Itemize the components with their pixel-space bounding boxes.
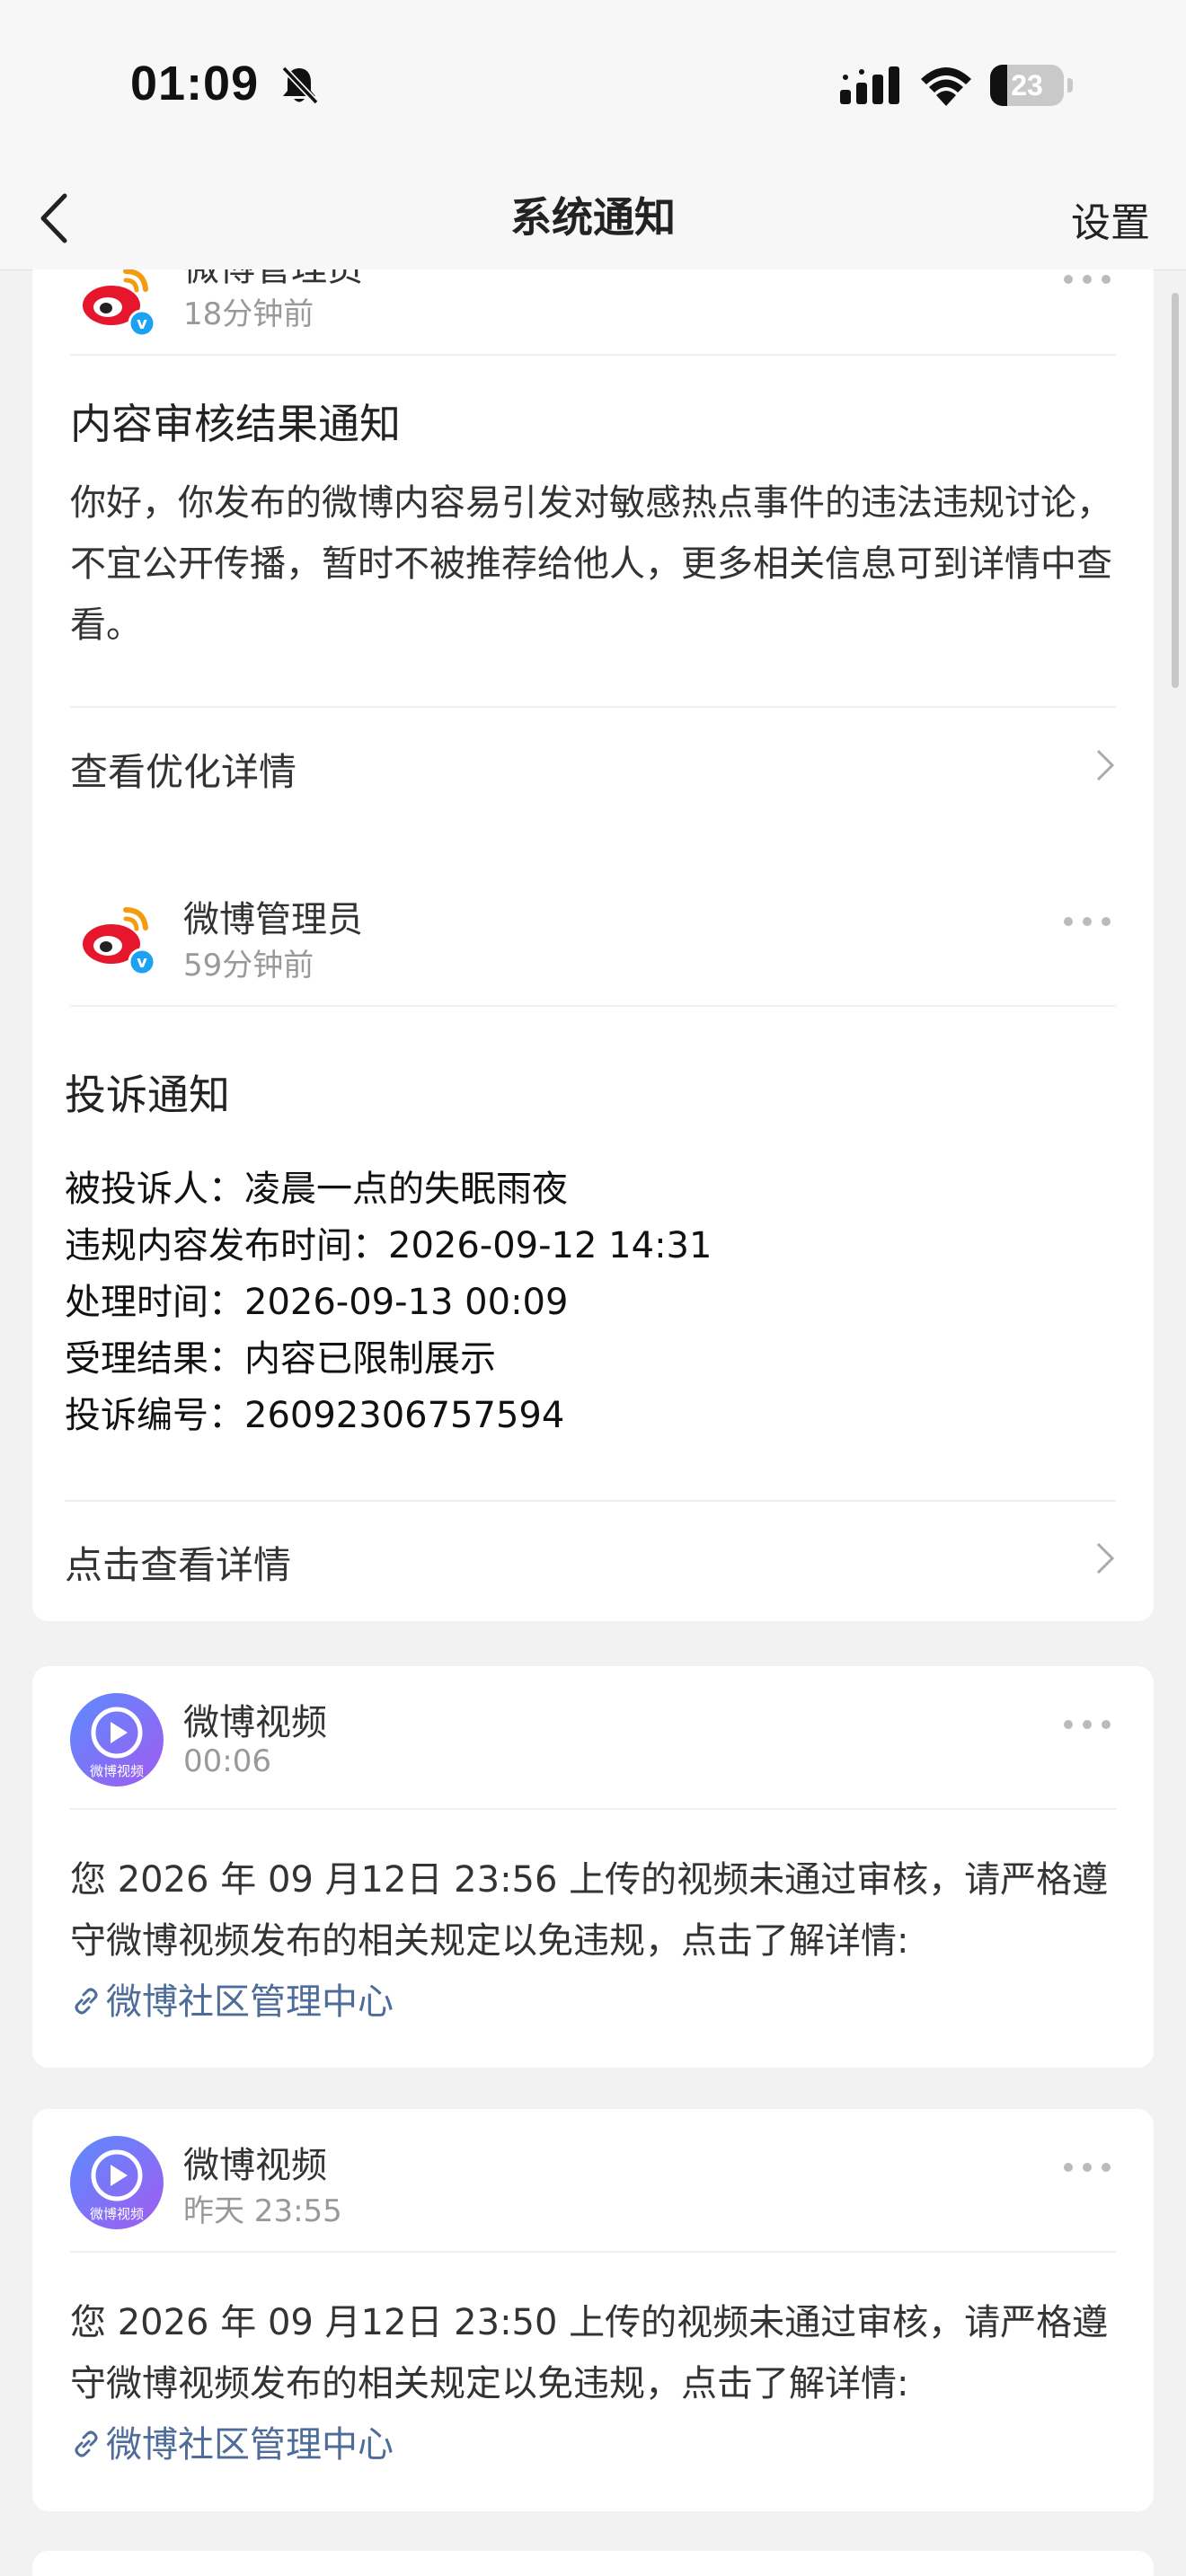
sender-row: v 微博管理员 18分钟前 (70, 269, 1112, 357)
sender-time: 昨天 23:55 (183, 2193, 342, 2229)
battery-indicator: 23 (990, 65, 1073, 106)
complaint-respondent: 被投诉人：凌晨一点的失眠雨夜 (65, 1169, 568, 1210)
view-optimization-details-link[interactable]: 查看优化详情 (70, 708, 1116, 826)
sender-name: 微博视频 (183, 1702, 327, 1743)
link-icon (75, 2430, 98, 2457)
notification-card-partial (32, 2551, 1154, 2576)
sender-row: 微博视频 微博视频 昨天 23:55 (70, 2136, 1112, 2235)
divider (70, 2251, 1116, 2253)
link-text: 微博社区管理中心 (106, 1981, 394, 2023)
sender-row: 微博视频 微博视频 00:06 (70, 1693, 1112, 1792)
action-label: 查看优化详情 (70, 750, 297, 794)
complaint-number: 投诉编号：26092306757594 (65, 1395, 565, 1436)
bell-off-icon (281, 66, 319, 105)
card-body-text: 您 2026 年 09 月12日 23:50 上传的视频未通过审核，请严格遵守微… (70, 2302, 1109, 2404)
action-label: 点击查看详情 (65, 1543, 292, 1587)
settings-button[interactable]: 设置 (1071, 190, 1150, 248)
avatar-caption: 微博视频 (89, 2206, 144, 2222)
card-body: 你好，你发布的微博内容易引发对敏感热点事件的违法违规讨论，不宜公开传播，暂时不被… (70, 482, 1112, 646)
community-management-link[interactable]: 微博社区管理中心 (70, 2424, 394, 2466)
card-body-text: 您 2026 年 09 月12日 23:56 上传的视频未通过审核，请严格遵守微… (70, 1859, 1109, 1962)
more-options-icon[interactable] (1062, 1718, 1112, 1731)
card-title: 内容审核结果通知 (70, 400, 401, 448)
weibo-video-avatar[interactable]: 微博视频 (70, 1693, 164, 1786)
complaint-details: 被投诉人：凌晨一点的失眠雨夜 违规内容发布时间：2026-09-12 14:31… (65, 1161, 1116, 1444)
community-management-link[interactable]: 微博社区管理中心 (70, 1981, 394, 2023)
sender-time: 59分钟前 (183, 948, 314, 984)
sender-row: v 微博管理员 59分钟前 (70, 890, 1112, 989)
notification-card: v 微博管理员 59分钟前 投诉通知 被投诉人：凌晨一点的失眠雨夜 违规内容发布… (32, 863, 1154, 1621)
svg-text:v: v (137, 314, 147, 333)
link-icon (75, 1988, 98, 2015)
more-options-icon[interactable] (1062, 273, 1112, 286)
status-bar: 01:09 23 (0, 0, 1186, 171)
divider (70, 1808, 1116, 1810)
more-options-icon[interactable] (1062, 2161, 1112, 2174)
scrollbar[interactable] (1172, 293, 1179, 688)
sender-time: 18分钟前 (183, 296, 314, 332)
sender-name: 微博视频 (183, 2145, 327, 2186)
weibo-admin-avatar[interactable]: v (70, 890, 164, 984)
complaint-process-time: 处理时间：2026-09-13 00:09 (65, 1282, 569, 1323)
svg-text:v: v (137, 953, 147, 972)
notification-card: 微博视频 微博视频 昨天 23:55 您 2026 年 09 月12日 23:5… (32, 2109, 1154, 2511)
sender-name: 微博管理员 (183, 899, 363, 940)
sender-time: 00:06 (183, 1743, 271, 1779)
battery-percent: 23 (1011, 69, 1043, 101)
card-body: 您 2026 年 09 月12日 23:56 上传的视频未通过审核，请严格遵守微… (70, 1849, 1121, 2033)
weibo-admin-avatar[interactable]: v (70, 269, 164, 345)
nav-bar: 系统通知 设置 (0, 171, 1186, 270)
notification-list: v 微博管理员 18分钟前 内容审核结果通知 你好，你发布的微博内容易引发对敏感… (0, 269, 1186, 2576)
page-title: 系统通知 (510, 193, 676, 242)
avatar-caption: 微博视频 (89, 1763, 144, 1779)
divider (70, 354, 1116, 356)
notification-card: 微博视频 微博视频 00:06 您 2026 年 09 月12日 23:56 上… (32, 1666, 1154, 2068)
card-title: 投诉通知 (65, 1071, 230, 1119)
more-options-icon[interactable] (1062, 915, 1112, 928)
status-time: 01:09 (130, 57, 260, 110)
sender-name: 微博管理员 (183, 269, 363, 291)
view-details-link[interactable]: 点击查看详情 (65, 1501, 1116, 1619)
card-body: 您 2026 年 09 月12日 23:50 上传的视频未通过审核，请严格遵守微… (70, 2292, 1121, 2475)
wifi-icon (921, 67, 971, 106)
divider (70, 1005, 1116, 1007)
chevron-right-icon (1096, 1542, 1115, 1575)
weibo-video-avatar[interactable]: 微博视频 (70, 2136, 164, 2229)
link-text: 微博社区管理中心 (106, 2424, 394, 2466)
chevron-right-icon (1096, 749, 1115, 781)
complaint-result: 受理结果：内容已限制展示 (65, 1338, 496, 1380)
complaint-post-time: 违规内容发布时间：2026-09-12 14:31 (65, 1225, 712, 1266)
cellular-signal-icon (840, 66, 899, 104)
